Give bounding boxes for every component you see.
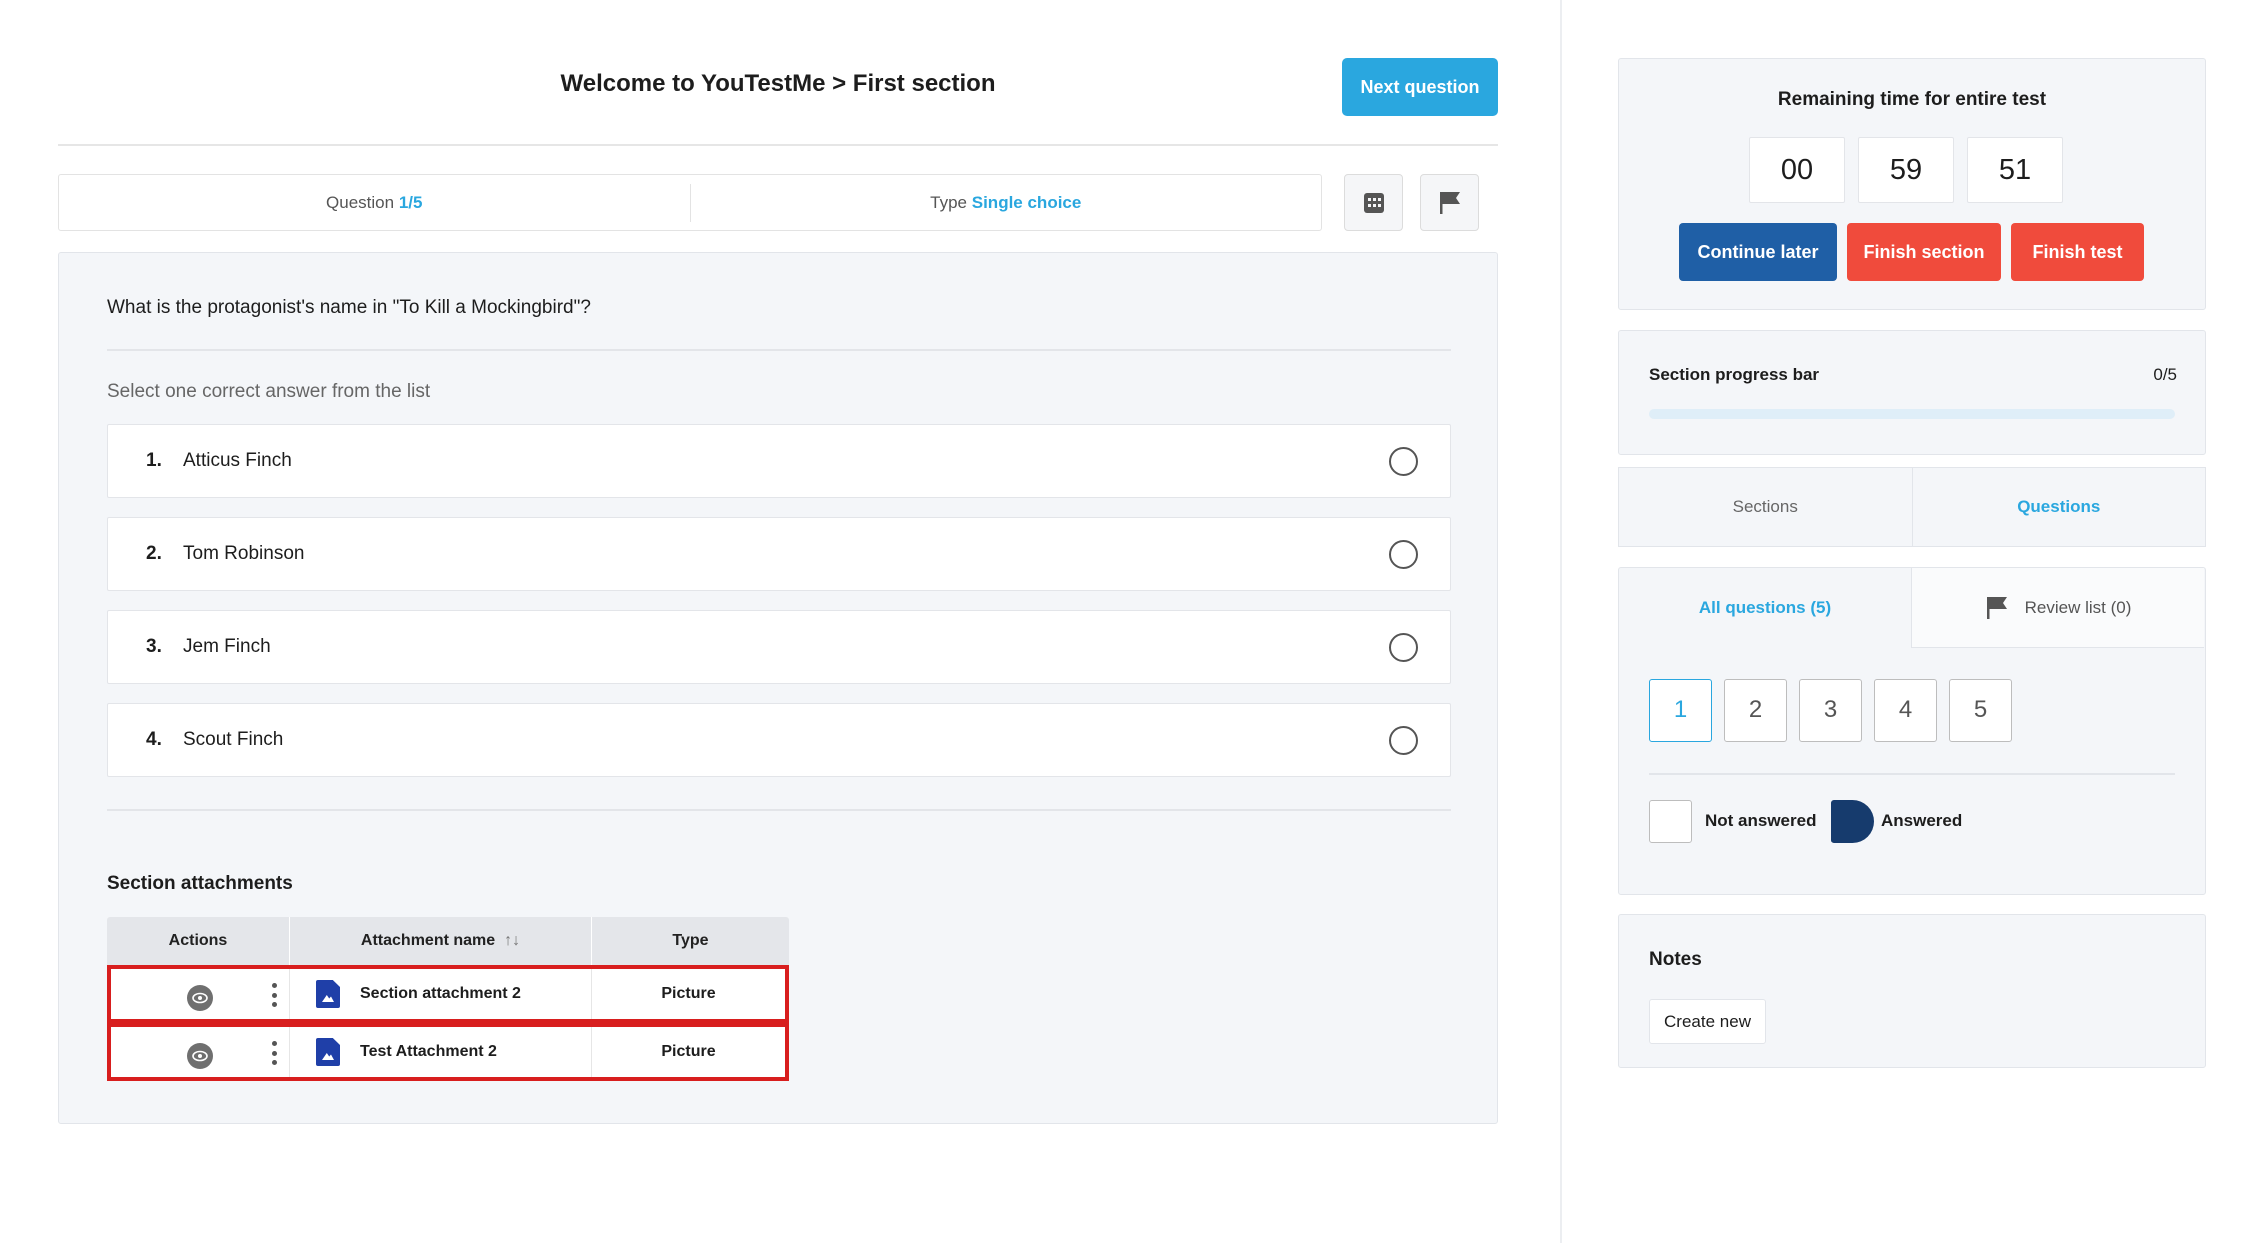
tab-sections[interactable]: Sections <box>1619 468 1913 546</box>
picture-file-icon <box>316 980 340 1008</box>
picture-file-icon <box>316 1038 340 1066</box>
next-question-button[interactable]: Next question <box>1342 58 1498 116</box>
flag-icon <box>1439 191 1460 214</box>
question-list-tabs: All questions (5) Review list (0) <box>1619 568 2204 648</box>
timer-seconds: 51 <box>1967 137 2063 203</box>
question-number-button[interactable]: 3 <box>1799 679 1862 742</box>
progress-count: 0/5 <box>2153 365 2177 384</box>
timer-card: Remaining time for entire test 00 59 51 … <box>1618 58 2206 310</box>
answer-label: Scout Finch <box>183 729 284 750</box>
attachments-table: Actions Attachment name ↑↓ Type Section … <box>107 917 789 1081</box>
table-row: Test Attachment 2 Picture <box>107 1023 789 1081</box>
attachment-name[interactable]: Section attachment 2 <box>360 985 521 1003</box>
tab-all-questions[interactable]: All questions (5) <box>1619 568 1911 648</box>
question-number-button[interactable]: 2 <box>1724 679 1787 742</box>
answer-label: Atticus Finch <box>183 450 292 471</box>
finish-section-button[interactable]: Finish section <box>1847 223 2001 281</box>
tab-review-list[interactable]: Review list (0) <box>1911 568 2204 648</box>
divider <box>1649 773 2175 775</box>
answer-option-1[interactable]: 1. Atticus Finch <box>107 424 1451 498</box>
radio-button[interactable] <box>1389 633 1418 662</box>
divider <box>58 144 1498 146</box>
eye-icon[interactable] <box>187 985 213 1011</box>
calculator-icon <box>1363 192 1384 213</box>
divider <box>107 809 1451 811</box>
radio-button[interactable] <box>1389 540 1418 569</box>
attachment-type: Picture <box>661 985 716 1002</box>
table-header: Actions Attachment name ↑↓ Type <box>107 917 789 965</box>
sort-icon[interactable]: ↑↓ <box>504 932 520 950</box>
question-number-button[interactable]: 4 <box>1874 679 1937 742</box>
question-number-button[interactable]: 1 <box>1649 679 1712 742</box>
column-header-name[interactable]: Attachment name ↑↓ <box>290 917 592 965</box>
view-tabs: Sections Questions <box>1618 467 2206 547</box>
flag-icon <box>1986 596 2007 619</box>
continue-later-button[interactable]: Continue later <box>1679 223 1837 281</box>
question-navigator: All questions (5) Review list (0) 1 2 3 … <box>1618 567 2206 895</box>
radio-button[interactable] <box>1389 447 1418 476</box>
progress-bar <box>1649 409 2175 419</box>
header: Welcome to YouTestMe > First section Nex… <box>58 58 1498 118</box>
question-type: Type Single choice <box>930 192 1082 212</box>
timer-hours: 00 <box>1749 137 1845 203</box>
answer-option-2[interactable]: 2. Tom Robinson <box>107 517 1451 591</box>
question-type-value: Single choice <box>971 192 1082 212</box>
calculator-button[interactable] <box>1344 174 1403 231</box>
answer-label: Tom Robinson <box>183 543 305 564</box>
timer-title: Remaining time for entire test <box>1777 89 2047 110</box>
eye-icon[interactable] <box>187 1043 213 1069</box>
answer-label: Jem Finch <box>183 636 271 657</box>
radio-button[interactable] <box>1389 726 1418 755</box>
attachment-name[interactable]: Test Attachment 2 <box>360 1043 497 1061</box>
page-title: Welcome to YouTestMe > First section <box>560 70 996 97</box>
notes-title: Notes <box>1649 949 1702 970</box>
question-info-bar: Question 1/5 Type Single choice <box>58 174 1322 231</box>
question-panel: What is the protagonist's name in "To Ki… <box>58 252 1498 1124</box>
legend-not-answered-swatch <box>1649 800 1692 843</box>
progress-card: Section progress bar 0/5 <box>1618 330 2206 455</box>
kebab-menu-icon[interactable] <box>271 983 277 1007</box>
legend-answered-swatch <box>1831 800 1874 843</box>
progress-label: Section progress bar <box>1649 365 1820 384</box>
tab-questions[interactable]: Questions <box>1912 468 2205 546</box>
kebab-menu-icon[interactable] <box>271 1041 277 1065</box>
question-counter-value: 1/5 <box>398 192 423 212</box>
section-attachments-title: Section attachments <box>107 873 293 894</box>
question-text: What is the protagonist's name in "To Ki… <box>107 297 591 318</box>
question-counter: Question 1/5 <box>326 192 423 212</box>
instruction-text: Select one correct answer from the list <box>107 381 431 402</box>
question-number-button[interactable]: 5 <box>1949 679 2012 742</box>
finish-test-button[interactable]: Finish test <box>2011 223 2144 281</box>
column-header-actions: Actions <box>107 917 290 965</box>
attachment-type: Picture <box>661 1043 716 1060</box>
timer-minutes: 59 <box>1858 137 1954 203</box>
legend-answered: Answered <box>1881 811 1963 830</box>
notes-card: Notes Create new <box>1618 914 2206 1068</box>
create-note-button[interactable]: Create new <box>1649 999 1766 1044</box>
flag-button[interactable] <box>1420 174 1479 231</box>
table-row: Section attachment 2 Picture <box>107 965 789 1023</box>
answer-option-3[interactable]: 3. Jem Finch <box>107 610 1451 684</box>
answer-option-4[interactable]: 4. Scout Finch <box>107 703 1451 777</box>
vertical-divider <box>1560 0 1562 1243</box>
main-content: Welcome to YouTestMe > First section Nex… <box>58 0 1498 1243</box>
legend-not-answered: Not answered <box>1705 811 1817 830</box>
column-header-type: Type <box>672 932 709 949</box>
divider <box>107 349 1451 351</box>
